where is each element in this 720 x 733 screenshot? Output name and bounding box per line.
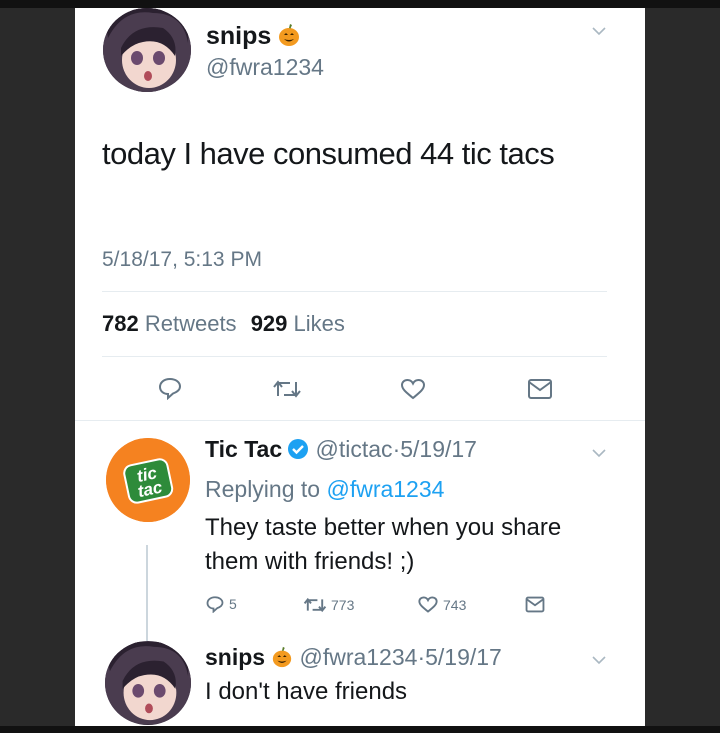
original-handle[interactable]: @fwra1234 — [206, 54, 324, 81]
divider — [102, 291, 607, 292]
retweet-button[interactable] — [272, 378, 302, 400]
display-name-text: snips — [206, 22, 272, 50]
reply-display-name[interactable]: Tic Tac — [205, 436, 282, 462]
like-button[interactable]: 743 — [417, 595, 466, 614]
like-icon — [399, 377, 427, 401]
last-reply-date[interactable]: 5/19/17 — [425, 644, 502, 670]
tweet-text: today I have consumed 44 tic tacs — [102, 136, 555, 171]
original-display-name[interactable]: snips — [206, 22, 301, 54]
tweet-stats: 782 Retweets 929 Likes — [102, 311, 345, 337]
bottom-dark-border — [0, 726, 720, 733]
replying-prefix: Replying to — [205, 476, 321, 502]
retweets-label: Retweets — [144, 311, 237, 336]
retweets-stat[interactable]: 782 Retweets — [102, 311, 237, 336]
divider — [102, 356, 607, 357]
tweet-thread-card: snips @fwra1234 today I have consumed 44… — [75, 8, 645, 726]
retweet-button[interactable]: 773 — [303, 596, 354, 614]
verified-badge-icon — [287, 438, 309, 466]
reply-text: They taste better when you share them wi… — [205, 514, 562, 575]
likes-label: Likes — [293, 311, 345, 336]
snips-avatar[interactable] — [105, 641, 191, 725]
divider — [75, 420, 645, 421]
retweet-icon — [303, 596, 327, 614]
reply-icon — [205, 595, 225, 613]
last-reply-header: snips @fwra1234·5/19/17 — [205, 644, 502, 674]
tweet-timestamp[interactable]: 5/18/17, 5:13 PM — [102, 248, 262, 272]
dm-icon — [527, 378, 553, 400]
replying-to-line: Replying to @fwra1234 — [205, 476, 444, 503]
likes-count: 929 — [250, 311, 288, 336]
reply-replies-count: 5 — [229, 596, 237, 612]
retweet-icon — [272, 378, 302, 400]
chevron-down-icon[interactable] — [591, 653, 607, 671]
last-reply-handle[interactable]: @fwra1234 — [299, 644, 417, 670]
dm-icon — [525, 596, 545, 613]
reply-header: Tic Tac @tictac·5/19/17 — [205, 436, 477, 466]
replying-to-mention[interactable]: @fwra1234 — [326, 476, 444, 502]
like-button[interactable] — [399, 377, 427, 401]
reply-likes-count: 743 — [443, 596, 467, 613]
top-dark-border — [0, 0, 720, 8]
reply-button[interactable] — [157, 376, 183, 400]
like-icon — [417, 595, 439, 614]
last-reply-text: I don't have friends — [205, 678, 408, 705]
tictac-avatar[interactable]: tic tac — [106, 438, 190, 522]
reply-icon — [157, 376, 183, 400]
separator-dot: · — [417, 644, 426, 670]
snips-avatar[interactable] — [103, 8, 191, 92]
retweets-count: 782 — [102, 311, 139, 336]
dm-button[interactable] — [527, 378, 553, 400]
likes-stat[interactable]: 929 Likes — [251, 311, 345, 336]
reply-handle[interactable]: @tictac — [316, 436, 393, 462]
thread-connector-line — [146, 545, 148, 641]
chevron-down-icon[interactable] — [591, 24, 607, 42]
last-reply-display-name[interactable]: snips — [205, 644, 265, 670]
reply-retweets-count: 773 — [331, 597, 355, 613]
chevron-down-icon[interactable] — [591, 446, 607, 464]
pumpkin-emoji-icon — [277, 23, 301, 54]
reply-date[interactable]: 5/19/17 — [400, 436, 477, 462]
dm-button[interactable] — [525, 596, 545, 613]
reply-button[interactable]: 5 — [205, 595, 237, 613]
pumpkin-emoji-icon — [271, 646, 293, 674]
